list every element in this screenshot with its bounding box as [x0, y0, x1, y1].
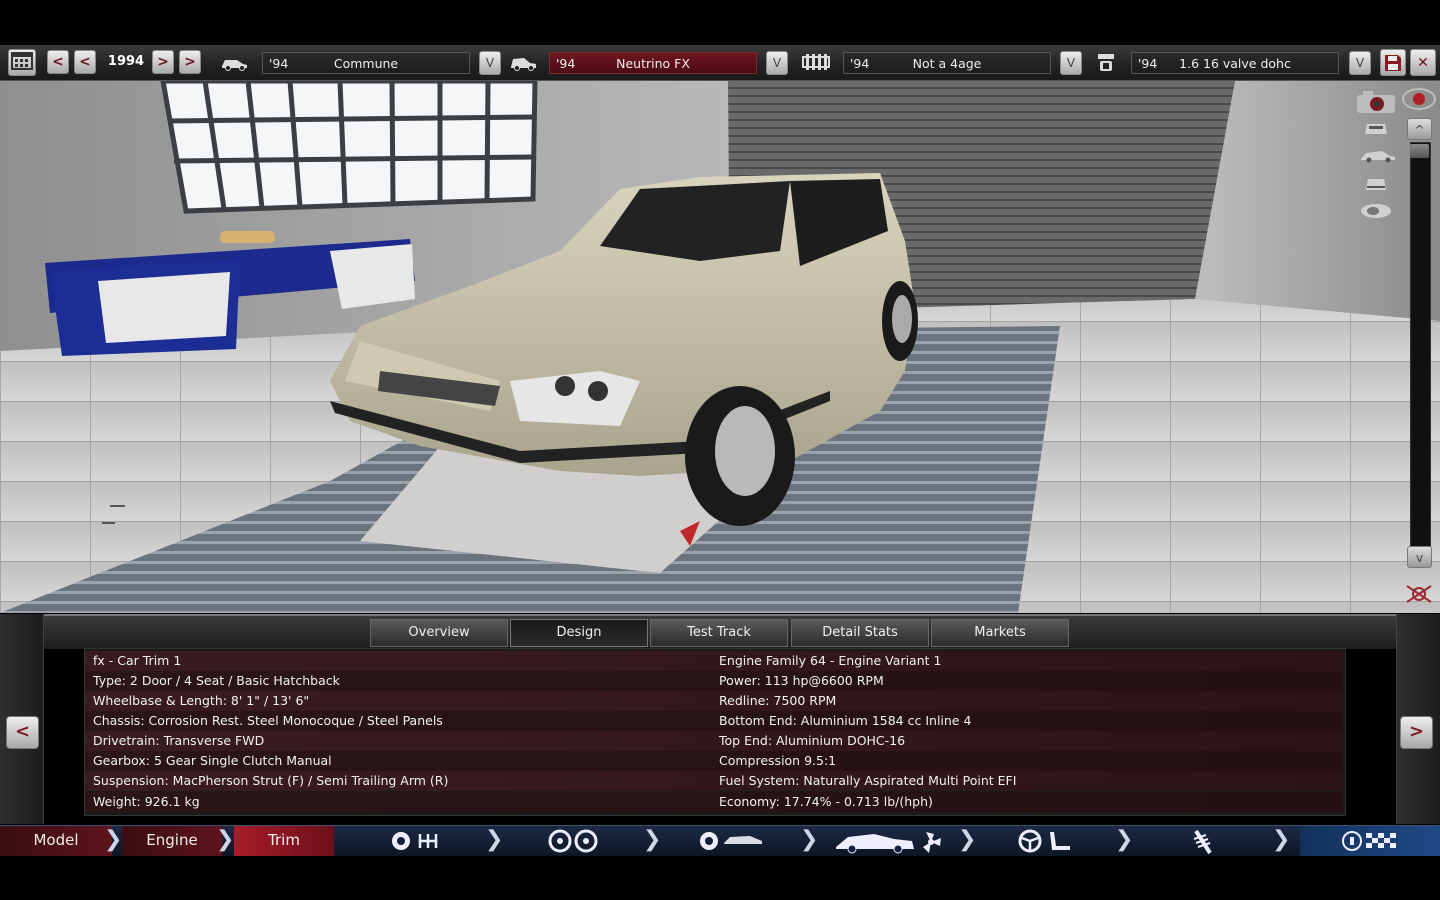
model-dropdown-button[interactable]: V	[479, 51, 501, 75]
engine-family-dropdown-button[interactable]: V	[1060, 51, 1082, 75]
chevron-right-icon: ❯	[643, 827, 662, 852]
chevron-right-icon: ❯	[958, 827, 977, 852]
designer-stage-bar: Model ❯ Engine ❯ Trim ❯ ❯ ❯ ❯ ❯ ❯	[0, 825, 1440, 856]
year-next-fast-button[interactable]: >	[179, 50, 201, 74]
model-select[interactable]: '94 Commune	[262, 52, 470, 74]
engine-variant-dropdown-button[interactable]: V	[1349, 51, 1371, 75]
detail-row: Chassis: Corrosion Rest. Steel Monocoque…	[85, 711, 1343, 731]
tab-test-track[interactable]: Test Track	[650, 619, 788, 647]
front-view-icon[interactable]	[1358, 119, 1394, 139]
engine-variant-name: 1.6 16 valve dohc	[1179, 56, 1291, 71]
detail-left-value: Gearbox: 5 Gear Single Clutch Manual	[93, 753, 332, 768]
suspension-icon[interactable]	[1188, 829, 1218, 860]
stage-trim[interactable]: Trim	[234, 826, 334, 856]
scroll-track[interactable]	[1410, 142, 1431, 548]
scroll-down-button[interactable]: v	[1407, 546, 1432, 568]
detail-right-value: Fuel System: Naturally Aspirated Multi P…	[719, 773, 1017, 788]
detail-left-value: Suspension: MacPherson Strut (F) / Semi …	[93, 773, 449, 788]
side-view-icon[interactable]	[1358, 147, 1395, 167]
tab-overview[interactable]: Overview	[370, 619, 508, 647]
detail-row: Wheelbase & Length: 8' 1" / 13' 6" Redli…	[85, 691, 1343, 711]
rear-view-icon[interactable]	[1358, 175, 1394, 195]
tab-design[interactable]: Design	[510, 619, 648, 647]
save-icon[interactable]	[1380, 49, 1406, 76]
detail-left-value: Weight: 926.1 kg	[93, 794, 200, 809]
detail-row: Weight: 926.1 kg Economy: 17.74% - 0.713…	[85, 792, 1343, 812]
tab-detail-stats[interactable]: Detail Stats	[791, 619, 929, 647]
detail-left-value: Wheelbase & Length: 8' 1" / 13' 6"	[93, 693, 310, 708]
detail-left-value: fx - Car Trim 1	[93, 653, 182, 668]
detail-left-value: Chassis: Corrosion Rest. Steel Monocoque…	[93, 713, 443, 728]
engine-variant-select[interactable]: '94 1.6 16 valve dohc	[1131, 52, 1339, 74]
stage-model[interactable]: Model	[0, 826, 112, 856]
engine-variant-icon	[1093, 52, 1119, 74]
trim-dropdown-button[interactable]: V	[766, 51, 788, 75]
calendar-icon[interactable]	[8, 49, 36, 76]
detail-right-value: Economy: 17.74% - 0.713 lb/(hph)	[719, 794, 933, 809]
body-panels-icon[interactable]	[698, 829, 764, 858]
model-name: Commune	[333, 56, 399, 71]
year-next-button[interactable]: >	[152, 50, 174, 74]
stage-finish[interactable]	[1300, 826, 1440, 856]
wheels-icon[interactable]	[548, 829, 598, 858]
model-car-icon	[219, 52, 249, 74]
year-prev-button[interactable]: <	[74, 50, 96, 74]
detail-left-value: Type: 2 Door / 4 Seat / Basic Hatchback	[93, 673, 340, 688]
tab-markets[interactable]: Markets	[931, 619, 1069, 647]
chevron-right-icon: ❯	[1272, 827, 1291, 852]
detail-row: Drivetrain: Transverse FWD Top End: Alum…	[85, 731, 1343, 751]
detail-row: Type: 2 Door / 4 Seat / Basic Hatchback …	[85, 671, 1343, 691]
trim-car-icon	[508, 52, 538, 74]
detail-right-value: Power: 113 hp@6600 RPM	[719, 673, 884, 688]
engine-family-select[interactable]: '94 Not a 4age	[843, 52, 1051, 74]
engine-family-icon	[801, 52, 831, 74]
camera-icon[interactable]	[1355, 89, 1397, 115]
info-tab-bar: Overview Design Test Track Detail Stats …	[0, 614, 1440, 649]
detail-row: fx - Car Trim 1 Engine Family 64 - Engin…	[85, 651, 1343, 671]
prev-trim-button[interactable]: <	[6, 716, 39, 749]
engine-family-name: Not a 4age	[912, 56, 982, 71]
chevron-right-icon: ❯	[800, 827, 819, 852]
stage-engine-label: Engine	[146, 831, 198, 849]
next-trim-button[interactable]: >	[1400, 716, 1433, 749]
top-view-icon[interactable]	[1358, 201, 1394, 221]
garage-viewport[interactable]: ^ v	[0, 81, 1440, 613]
scroll-up-button[interactable]: ^	[1407, 118, 1432, 140]
detail-row: Suspension: MacPherson Strut (F) / Semi …	[85, 771, 1343, 791]
year-prev-fast-button[interactable]: <	[47, 50, 69, 74]
reset-view-icon[interactable]	[1403, 583, 1435, 603]
garage-scene-image	[0, 81, 1440, 613]
chevron-right-icon: ❯	[216, 827, 235, 852]
aero-fan-icon[interactable]	[834, 829, 944, 860]
stage-trim-label: Trim	[268, 831, 300, 849]
trim-select[interactable]: '94 Neutrino FX	[549, 52, 757, 74]
chevron-right-icon: ❯	[104, 827, 123, 852]
detail-row: Gearbox: 5 Gear Single Clutch Manual Com…	[85, 751, 1343, 771]
trim-details-panel: fx - Car Trim 1 Engine Family 64 - Engin…	[84, 648, 1346, 816]
detail-right-value: Bottom End: Aluminium 1584 cc Inline 4	[719, 713, 972, 728]
detail-right-value: Engine Family 64 - Engine Variant 1	[719, 653, 942, 668]
view-scrollbar[interactable]: ^ v	[1407, 118, 1432, 570]
transmission-icon[interactable]	[390, 829, 446, 858]
stage-engine[interactable]: Engine	[122, 826, 222, 856]
year-display: 1994	[107, 54, 145, 69]
trim-name: Neutrino FX	[616, 56, 690, 71]
close-button[interactable]: ✕	[1410, 49, 1436, 76]
detail-right-value: Top End: Aluminium DOHC-16	[719, 733, 906, 748]
scroll-thumb[interactable]	[1410, 144, 1429, 158]
finish-flag-icon	[1342, 831, 1396, 851]
chevron-right-icon: ❯	[1115, 827, 1134, 852]
detail-right-value: Redline: 7500 RPM	[719, 693, 837, 708]
chevron-right-icon: ❯	[485, 827, 504, 852]
record-icon[interactable]	[1401, 87, 1437, 111]
interior-steering-icon[interactable]	[1018, 829, 1074, 858]
top-toolbar: < < 1994 > > '94 Commune V '94 Neutrino …	[0, 45, 1440, 81]
stage-model-label: Model	[33, 831, 79, 849]
detail-right-value: Compression 9.5:1	[719, 753, 837, 768]
detail-left-value: Drivetrain: Transverse FWD	[93, 733, 265, 748]
